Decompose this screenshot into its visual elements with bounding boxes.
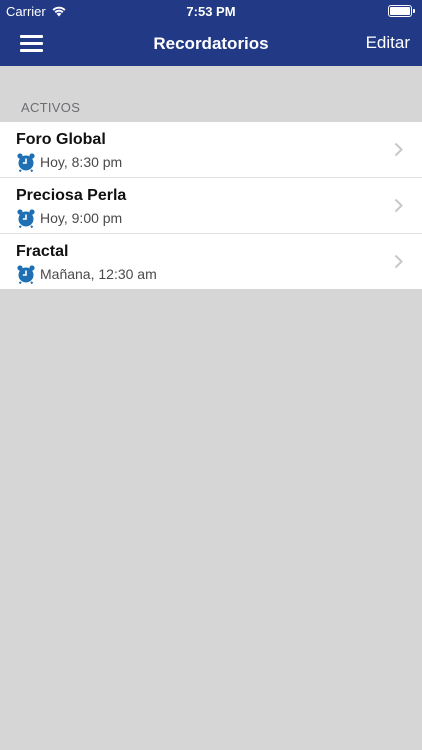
reminder-title: Foro Global <box>16 131 106 148</box>
page-title: Recordatorios <box>153 34 269 53</box>
reminders-list: Foro Global Hoy, 8:30 pm Preciosa Perla <box>0 122 422 289</box>
reminder-subtitle: Mañana, 12:30 am <box>16 264 157 284</box>
chevron-right-icon <box>394 254 403 269</box>
battery-icon <box>388 5 416 17</box>
alarm-clock-icon <box>17 209 35 228</box>
reminder-time: Hoy, 8:30 pm <box>40 154 123 170</box>
status-bar: Carrier 7:53 PM <box>0 0 422 22</box>
reminder-subtitle: Hoy, 8:30 pm <box>16 152 122 172</box>
reminder-title: Fractal <box>16 243 69 260</box>
chevron-right-icon <box>394 142 403 157</box>
reminder-title: Preciosa Perla <box>16 187 127 204</box>
edit-button[interactable]: Editar <box>366 33 410 53</box>
alarm-clock-icon <box>17 153 35 172</box>
navigation-bar: Recordatorios Editar <box>0 22 422 66</box>
alarm-clock-icon <box>17 265 35 284</box>
chevron-right-icon <box>394 198 403 213</box>
reminder-time: Hoy, 9:00 pm <box>40 210 123 226</box>
status-time: 7:53 PM <box>186 4 236 19</box>
reminder-item-fractal[interactable]: Fractal Mañana, 12:30 am <box>0 233 422 289</box>
reminder-item-preciosa-perla[interactable]: Preciosa Perla Hoy, 9:00 pm <box>0 177 422 233</box>
section-header-activos: ACTIVOS <box>21 100 81 115</box>
app-header: Carrier 7:53 PM Recordatorios Editar <box>0 0 422 66</box>
reminder-item-foro-global[interactable]: Foro Global Hoy, 8:30 pm <box>0 122 422 177</box>
reminder-subtitle: Hoy, 9:00 pm <box>16 208 122 228</box>
reminder-time: Mañana, 12:30 am <box>40 266 157 282</box>
